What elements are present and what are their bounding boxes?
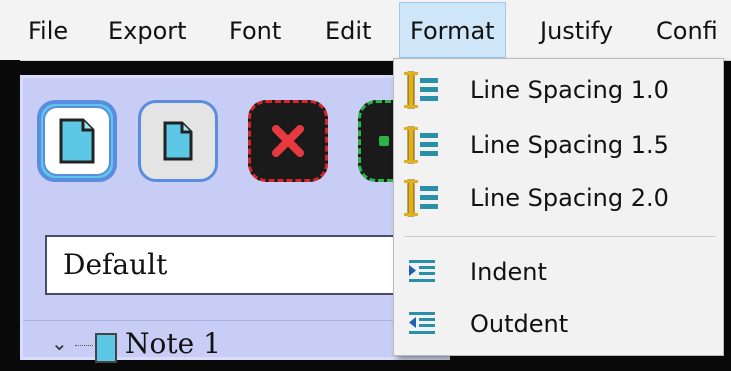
menu-item-label: Indent (470, 258, 547, 286)
menu-item-label: Line Spacing 2.0 (470, 184, 669, 212)
style-select[interactable]: Default (45, 235, 400, 295)
green-button[interactable] (358, 100, 398, 182)
menu-item-line-spacing-2-0[interactable]: Line Spacing 2.0 (394, 173, 723, 223)
menu-export[interactable]: Export (108, 16, 187, 46)
menu-separator (404, 236, 716, 237)
format-menu: Line Spacing 1.0 Line Spacing 1.5 Line S… (393, 58, 724, 356)
new-note-frame (43, 106, 111, 176)
menu-item-indent[interactable]: Indent (394, 247, 723, 297)
menu-item-outdent[interactable]: Outdent (394, 299, 723, 349)
menu-format[interactable]: Format (399, 2, 506, 58)
green-icon (378, 136, 389, 146)
document-icon (163, 121, 193, 161)
menu-file[interactable]: File (28, 16, 68, 46)
tree-connector (75, 345, 93, 346)
outdent-icon (404, 304, 440, 344)
app-panel: Default ⌄ Note 1 (20, 75, 453, 363)
menu-font[interactable]: Font (229, 16, 281, 46)
open-note-button[interactable] (138, 100, 218, 182)
menu-item-label: Line Spacing 1.5 (470, 131, 669, 159)
line-spacing-icon (404, 70, 440, 110)
red-x-icon (272, 125, 304, 157)
menu-item-line-spacing-1-0[interactable]: Line Spacing 1.0 (394, 65, 723, 115)
indent-icon (404, 252, 440, 292)
menu-config[interactable]: Confi (656, 16, 718, 46)
menu-item-label: Line Spacing 1.0 (470, 76, 669, 104)
menu-edit[interactable]: Edit (325, 16, 371, 46)
menu-item-label: Outdent (470, 310, 569, 338)
chevron-down-icon[interactable]: ⌄ (51, 331, 68, 355)
line-spacing-icon (404, 125, 440, 165)
note-icon (95, 333, 117, 363)
delete-button[interactable] (248, 100, 328, 182)
menu-justify[interactable]: Justify (540, 16, 613, 46)
window-edge (0, 60, 20, 360)
document-icon (59, 118, 95, 164)
menu-bar: File Export Font Edit Format Justify Con… (0, 0, 731, 61)
menu-item-line-spacing-1-5[interactable]: Line Spacing 1.5 (394, 120, 723, 170)
line-spacing-icon (404, 178, 440, 218)
new-note-button[interactable] (37, 100, 117, 182)
tree-item-note-1[interactable]: ⌄ Note 1 (23, 320, 453, 371)
tree-item-label: Note 1 (125, 327, 221, 360)
